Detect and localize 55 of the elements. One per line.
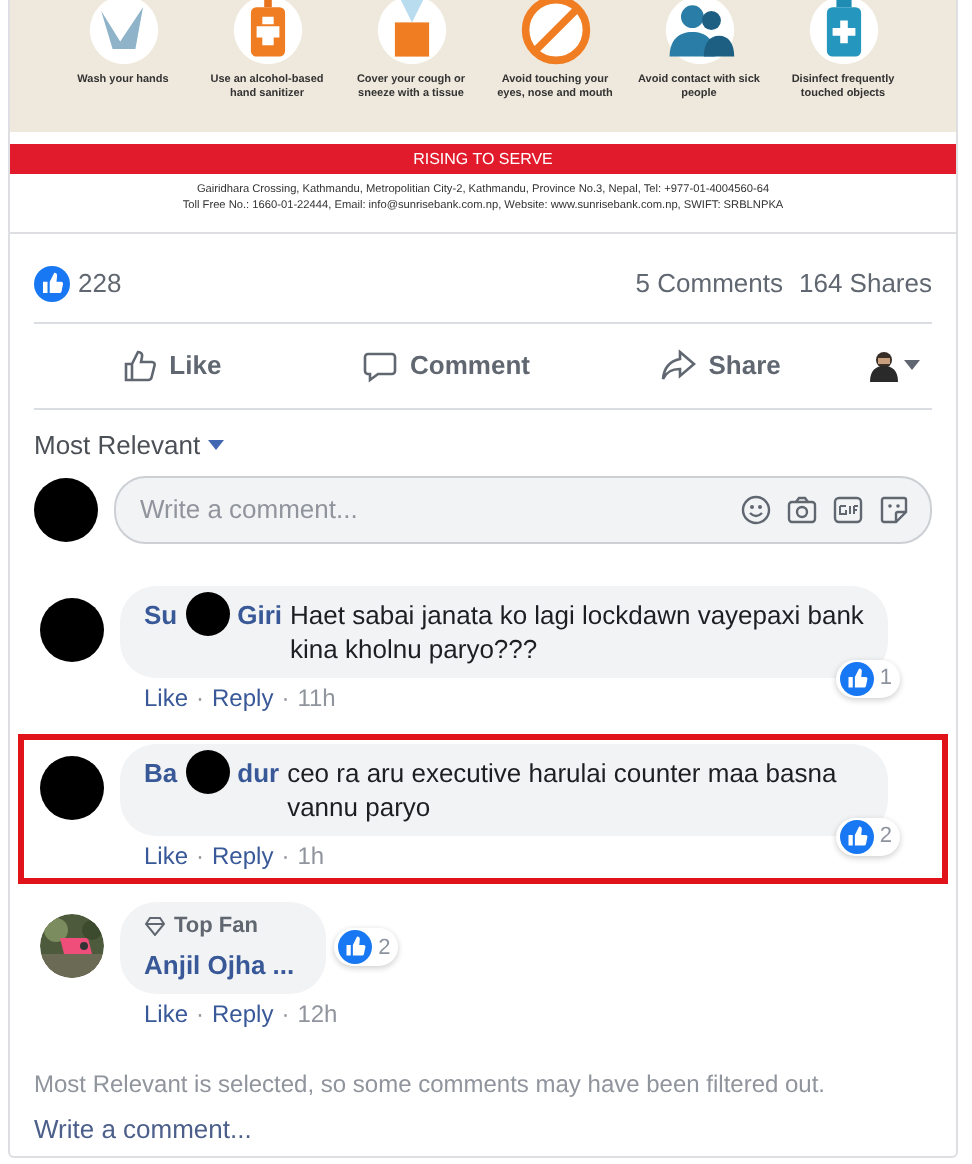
like-link[interactable]: Like bbox=[144, 683, 189, 712]
like-icon bbox=[338, 930, 373, 965]
comment-icon bbox=[362, 347, 399, 384]
timestamp: 11h bbox=[297, 683, 336, 712]
share-icon bbox=[660, 347, 697, 384]
sort-dropdown[interactable]: Most Relevant bbox=[10, 409, 249, 460]
redaction-mark bbox=[34, 477, 98, 542]
commenter-name[interactable]: Ba bbox=[144, 755, 178, 790]
reply-link[interactable]: Reply bbox=[212, 999, 274, 1028]
diamond-icon bbox=[144, 916, 166, 937]
separator-dot: · bbox=[196, 683, 205, 712]
share-button[interactable]: Share bbox=[583, 335, 858, 396]
separator-dot: · bbox=[281, 841, 290, 870]
avoid-icon bbox=[517, 0, 593, 68]
reaction-count[interactable]: 228 bbox=[78, 268, 122, 299]
comment-input[interactable]: Write a comment... bbox=[136, 492, 740, 527]
bottle-icon bbox=[805, 0, 881, 68]
write-comment-link[interactable]: Write a comment... bbox=[10, 1109, 956, 1156]
timestamp: 1h bbox=[297, 841, 325, 870]
sticker-icon[interactable] bbox=[878, 493, 910, 526]
like-button[interactable]: Like bbox=[34, 335, 309, 396]
like-icon bbox=[34, 265, 70, 302]
commenter-name[interactable]: Su bbox=[144, 597, 178, 632]
separator-dot: · bbox=[196, 841, 205, 870]
separator-dot: · bbox=[281, 683, 290, 712]
commenter-name[interactable]: dur bbox=[237, 755, 280, 790]
like-link[interactable]: Like bbox=[144, 999, 189, 1028]
like-icon bbox=[839, 819, 874, 854]
gif-icon[interactable] bbox=[832, 493, 864, 526]
comment-bar[interactable]: Write a comment... bbox=[114, 475, 932, 544]
filter-note: Most Relevant is selected, so some comments may have been filtered out. bbox=[32, 1067, 828, 1102]
reply-link[interactable]: Reply bbox=[212, 841, 274, 870]
camera-icon[interactable] bbox=[786, 493, 818, 526]
comment-text: ceo ra aru executive harulai counter maa basna vannu paryo bbox=[287, 755, 839, 824]
avatar bbox=[869, 349, 898, 382]
emoji-icon[interactable] bbox=[740, 493, 772, 526]
reply-link[interactable]: Reply bbox=[212, 683, 274, 712]
top-fan-label: Top Fan bbox=[174, 911, 258, 942]
shares-count[interactable]: 164 Shares bbox=[799, 268, 932, 299]
caret-icon bbox=[903, 360, 920, 371]
like-icon bbox=[839, 661, 874, 696]
comment-button[interactable]: Comment bbox=[308, 335, 584, 396]
timestamp: 12h bbox=[297, 999, 338, 1028]
commenter-name[interactable]: Anjil Ojha ... bbox=[144, 947, 295, 982]
like-link[interactable]: Like bbox=[144, 841, 189, 870]
separator-dot: · bbox=[281, 999, 290, 1028]
banner: RISING TO SERVE bbox=[10, 144, 956, 174]
caret-icon bbox=[208, 439, 225, 450]
people-icon bbox=[661, 0, 737, 68]
sanitizer-icon bbox=[229, 0, 305, 68]
commenter-name[interactable]: Giri bbox=[237, 597, 283, 632]
avatar[interactable] bbox=[40, 913, 104, 978]
like-icon bbox=[121, 347, 158, 384]
comments-count[interactable]: 5 Comments bbox=[635, 268, 783, 299]
separator-dot: · bbox=[196, 999, 205, 1028]
